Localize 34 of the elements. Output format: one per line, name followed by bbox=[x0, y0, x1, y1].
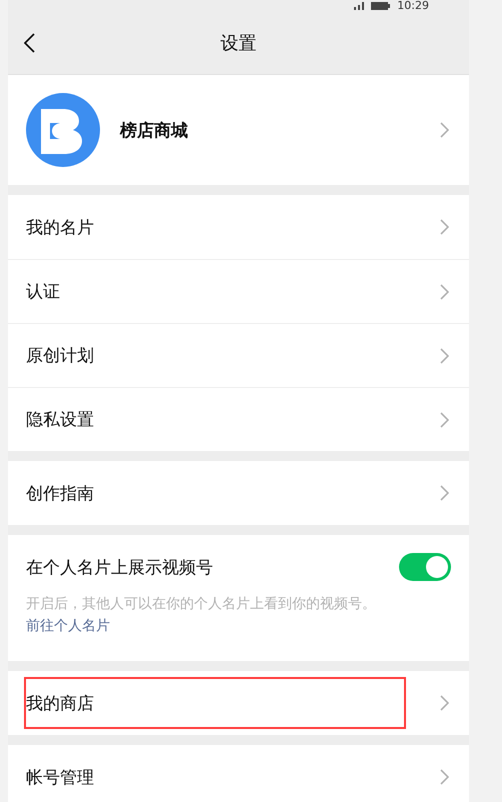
chevron-icon bbox=[440, 412, 449, 428]
toggle-label: 在个人名片上展示视频号 bbox=[26, 556, 214, 578]
signal-icon bbox=[353, 1, 366, 11]
settings-item[interactable]: 认证 bbox=[8, 259, 469, 323]
chevron-icon bbox=[440, 769, 449, 785]
chevron-icon bbox=[440, 284, 449, 300]
logo-avatar-icon bbox=[26, 93, 100, 167]
account-name: 榜店商城 bbox=[120, 120, 189, 142]
profile-link[interactable]: 前往个人名片 bbox=[26, 618, 110, 634]
settings-item[interactable]: 隐私设置 bbox=[8, 387, 469, 451]
item-label: 原创计划 bbox=[26, 345, 95, 367]
settings-item[interactable]: 创作指南 bbox=[8, 461, 469, 525]
settings-item[interactable]: 帐号管理 bbox=[8, 745, 469, 802]
item-label: 我的名片 bbox=[26, 216, 95, 238]
chevron-icon bbox=[440, 485, 449, 501]
chevron-icon bbox=[440, 695, 449, 711]
chevron-icon bbox=[440, 219, 449, 235]
settings-item[interactable]: 我的商店 bbox=[8, 671, 469, 735]
settings-item[interactable]: 原创计划 bbox=[8, 323, 469, 387]
battery-icon bbox=[371, 1, 392, 11]
settings-item[interactable]: 我的名片 bbox=[8, 195, 469, 259]
toggle-switch[interactable] bbox=[399, 553, 451, 581]
page-title: 设置 bbox=[220, 32, 258, 55]
item-label: 我的商店 bbox=[26, 692, 95, 714]
profile-row[interactable]: 榜店商城 bbox=[8, 75, 469, 185]
item-label: 创作指南 bbox=[26, 482, 95, 504]
item-label: 隐私设置 bbox=[26, 409, 95, 431]
item-label: 帐号管理 bbox=[26, 766, 95, 788]
toggle-description: 开启后，其他人可以在你的个人名片上看到你的视频号。 前往个人名片 bbox=[26, 595, 377, 636]
chevron-icon bbox=[440, 348, 449, 364]
clock-time: 10:29 bbox=[397, 0, 429, 12]
chevron-icon bbox=[440, 122, 449, 138]
back-icon[interactable] bbox=[24, 33, 35, 53]
item-label: 认证 bbox=[26, 281, 61, 303]
